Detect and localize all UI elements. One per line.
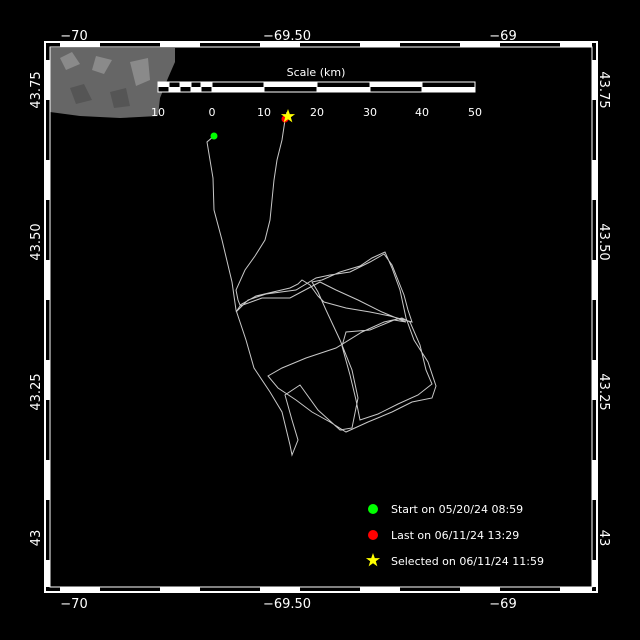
scale-tick-5: 30 xyxy=(363,106,377,119)
map-figure: −70 −69.50 −69 −70 −69.50 −69 43.75 43.5… xyxy=(29,29,611,612)
y-tick-right-1: 43.75 xyxy=(596,71,611,108)
legend-selected-icon xyxy=(365,553,381,567)
legend: Start on 05/20/24 08:59 Last on 06/11/24… xyxy=(365,503,544,568)
y-tick-left-1: 43.75 xyxy=(29,71,44,108)
scale-tick-7: 50 xyxy=(468,106,482,119)
scale-title: Scale (km) xyxy=(287,66,346,79)
scale-tick-6: 40 xyxy=(415,106,429,119)
y-tick-right-2: 43.50 xyxy=(596,223,611,260)
legend-selected-label: Selected on 06/11/24 11:59 xyxy=(391,555,544,568)
scale-tick-4: 20 xyxy=(310,106,324,119)
y-tick-right-3: 43.25 xyxy=(596,373,611,410)
x-tick-top-1: −70 xyxy=(60,29,87,44)
x-tick-bottom-1: −70 xyxy=(60,597,87,612)
y-tick-left-2: 43.50 xyxy=(29,223,44,260)
y-tick-right-4: 43 xyxy=(596,530,611,547)
x-tick-top-3: −69 xyxy=(489,29,516,44)
legend-last-label: Last on 06/11/24 13:29 xyxy=(391,529,519,542)
scale-tick-2: 0 xyxy=(209,106,216,119)
x-tick-bottom-2: −69.50 xyxy=(263,597,311,612)
scale-tick-3: 10 xyxy=(257,106,271,119)
legend-start-label: Start on 05/20/24 08:59 xyxy=(391,503,523,516)
y-tick-left-3: 43.25 xyxy=(29,373,44,410)
scale-tick-1: 10 xyxy=(151,106,165,119)
x-tick-top-2: −69.50 xyxy=(263,29,311,44)
scale-bar: Scale (km) 10 0 10 20 30 40 50 xyxy=(151,66,482,119)
x-tick-bottom-3: −69 xyxy=(489,597,516,612)
drifter-track xyxy=(206,111,437,457)
legend-start-icon xyxy=(368,504,378,514)
start-marker xyxy=(210,132,218,140)
legend-last-icon xyxy=(368,530,378,540)
y-tick-left-4: 43 xyxy=(29,530,44,547)
